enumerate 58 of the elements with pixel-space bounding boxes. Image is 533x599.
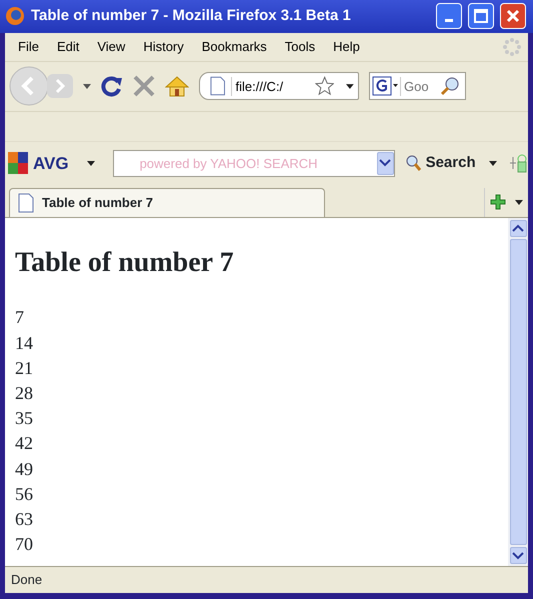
firefox-icon [5, 6, 25, 26]
browser-tab[interactable]: Table of number 7 [9, 188, 325, 217]
caret-icon[interactable] [86, 160, 95, 166]
avg-label[interactable]: AVG [33, 150, 69, 176]
menu-item[interactable]: Bookmarks [192, 35, 276, 59]
status-text: Done [11, 571, 42, 590]
number-line: 49 [15, 458, 34, 481]
throbber-icon [502, 36, 522, 57]
page-icon [210, 76, 226, 96]
new-tab-icon[interactable] [490, 194, 506, 210]
number-line: 14 [15, 332, 34, 355]
avg-logo-icon [7, 151, 29, 176]
menu-item[interactable]: History [134, 35, 193, 59]
menu-item[interactable]: View [88, 35, 134, 59]
caret-icon[interactable] [488, 160, 497, 166]
search-field[interactable]: Goo [400, 76, 440, 96]
scrollbar-thumb[interactable] [510, 238, 526, 546]
menu-item[interactable]: File [9, 35, 48, 59]
google-icon [372, 76, 398, 96]
menu-item[interactable]: Tools [276, 35, 324, 59]
page-heading: Table of number 7 [15, 246, 235, 280]
scroll-down-button[interactable] [510, 547, 526, 564]
menu-item[interactable]: Help [324, 35, 369, 59]
menu-item[interactable]: Edit [48, 35, 88, 59]
home-icon[interactable] [165, 75, 189, 98]
window-title: Table of number 7 - Mozilla Firefox 3.1 Beta 1 [31, 6, 351, 26]
caret-icon [346, 84, 354, 89]
number-line: 56 [15, 482, 34, 506]
number-line: 70 [15, 533, 34, 556]
minimize-button[interactable] [436, 3, 462, 30]
close-button[interactable] [500, 3, 526, 30]
caret-icon [512, 224, 524, 232]
reload-icon[interactable] [101, 75, 123, 98]
search-icon [440, 76, 460, 96]
number-line: 7 [15, 306, 25, 330]
web-search-box[interactable]: Goo [369, 72, 466, 100]
number-line: 28 [15, 382, 34, 406]
address-field[interactable]: file:///C:/ [231, 76, 315, 96]
star-icon [314, 76, 334, 96]
caret-icon[interactable] [83, 84, 91, 89]
search-icon [404, 154, 422, 172]
close-icon [506, 9, 520, 24]
address-bar[interactable]: file:///C:/ [199, 72, 359, 100]
search-field[interactable]: powered by YAHOO! SEARCH [114, 154, 377, 174]
number-line: 63 [15, 508, 34, 532]
number-line: 35 [15, 407, 34, 430]
maximize-button[interactable] [468, 3, 494, 30]
page-icon [18, 192, 34, 213]
caret-icon [512, 552, 524, 560]
toolbar-search-box[interactable]: powered by YAHOO! SEARCH [112, 150, 395, 177]
minimize-icon [445, 18, 453, 22]
search-button[interactable]: Search [402, 151, 477, 176]
caret-icon [379, 159, 392, 168]
caret-icon[interactable] [515, 200, 524, 205]
number-line: 21 [15, 356, 34, 380]
number-line: 42 [15, 432, 34, 456]
maximize-icon [474, 9, 488, 24]
scroll-up-button[interactable] [510, 220, 526, 237]
